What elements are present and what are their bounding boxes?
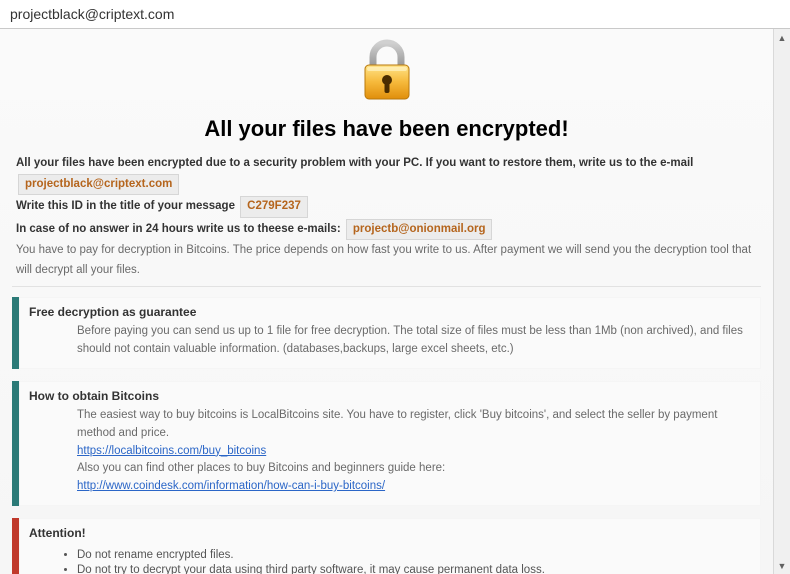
attention-item: Do not rename encrypted files. bbox=[77, 549, 751, 561]
panel-bitcoins-body: The easiest way to buy bitcoins is Local… bbox=[29, 407, 751, 496]
intro-line-1: All your files have been encrypted due t… bbox=[16, 154, 757, 195]
email-badge-1: projectblack@criptext.com bbox=[18, 174, 179, 196]
lock-icon-wrap bbox=[12, 29, 761, 108]
intro-line-2-text: Write this ID in the title of your messa… bbox=[16, 200, 235, 212]
panel-bitcoins-title: How to obtain Bitcoins bbox=[29, 389, 751, 403]
intro-line-2: Write this ID in the title of your messa… bbox=[16, 196, 757, 218]
main-heading: All your files have been encrypted! bbox=[12, 116, 761, 142]
scroll-down-arrow-icon[interactable]: ▼ bbox=[774, 557, 790, 574]
id-badge: C279F237 bbox=[240, 196, 308, 218]
panel-attention: Attention! Do not rename encrypted files… bbox=[12, 518, 761, 574]
intro-block: All your files have been encrypted due t… bbox=[12, 154, 761, 287]
intro-line-1-text: All your files have been encrypted due t… bbox=[16, 157, 693, 169]
window-title: projectblack@criptext.com bbox=[10, 6, 174, 22]
bitcoins-link-2[interactable]: http://www.coindesk.com/information/how-… bbox=[77, 480, 385, 492]
email-badge-2: projectb@onionmail.org bbox=[346, 219, 493, 241]
attention-item: Do not try to decrypt your data using th… bbox=[77, 564, 751, 574]
intro-line-3: In case of no answer in 24 hours write u… bbox=[16, 219, 757, 241]
bitcoins-line-2: Also you can find other places to buy Bi… bbox=[77, 460, 747, 478]
bitcoins-link-1[interactable]: https://localbitcoins.com/buy_bitcoins bbox=[77, 445, 266, 457]
intro-line-3-text: In case of no answer in 24 hours write u… bbox=[16, 223, 341, 235]
window-titlebar: projectblack@criptext.com bbox=[0, 0, 790, 29]
lock-icon bbox=[359, 90, 415, 107]
scroll-content: All your files have been encrypted! All … bbox=[0, 29, 790, 574]
vertical-scrollbar[interactable]: ▲ ▼ bbox=[773, 29, 790, 574]
panel-attention-title: Attention! bbox=[29, 526, 751, 540]
panel-free-title: Free decryption as guarantee bbox=[29, 305, 751, 319]
bitcoins-line-1: The easiest way to buy bitcoins is Local… bbox=[77, 407, 747, 443]
panel-attention-body: Do not rename encrypted files. Do not tr… bbox=[29, 544, 751, 574]
scroll-up-arrow-icon[interactable]: ▲ bbox=[774, 29, 790, 46]
panel-bitcoins: How to obtain Bitcoins The easiest way t… bbox=[12, 381, 761, 506]
ransom-window: projectblack@criptext.com bbox=[0, 0, 790, 574]
panel-free-body: Before paying you can send us up to 1 fi… bbox=[29, 323, 751, 359]
bitcoin-note: You have to pay for decryption in Bitcoi… bbox=[16, 241, 757, 280]
panel-free-decryption: Free decryption as guarantee Before payi… bbox=[12, 297, 761, 369]
content-area: All your files have been encrypted! All … bbox=[0, 29, 790, 574]
